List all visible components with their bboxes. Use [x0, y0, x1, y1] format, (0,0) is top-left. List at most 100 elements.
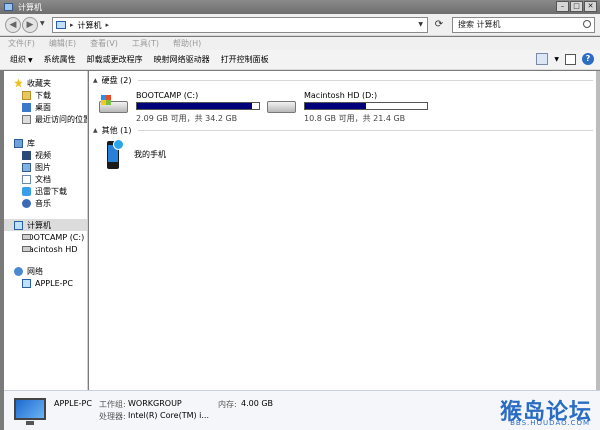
- nav-libraries[interactable]: 库: [14, 137, 35, 149]
- collapse-icon[interactable]: ▲: [93, 77, 98, 84]
- navigation-bar: ◀ ▶ ▼ ▸ 计算机 ▸ ▼ ⟳ 搜索 计算机: [0, 14, 600, 36]
- folder-icon: [22, 90, 31, 100]
- nav-network-label: 网络: [27, 266, 43, 276]
- workgroup-label: 工作组:: [99, 400, 126, 409]
- preview-pane-icon[interactable]: [565, 53, 576, 65]
- monitor-stand: [26, 421, 34, 425]
- drive-icon: [99, 95, 129, 115]
- breadcrumb-computer[interactable]: 计算机: [78, 20, 102, 31]
- nav-network[interactable]: 网络: [14, 265, 43, 277]
- details-pane: APPLE-PC 工作组: WORKGROUP 内存: 4.00 GB 处理器:…: [4, 390, 600, 430]
- music-icon: [22, 198, 31, 208]
- nav-item-desktop[interactable]: 桌面: [22, 101, 51, 113]
- chevron-down-icon: ▼: [28, 57, 33, 64]
- document-icon: [22, 174, 31, 184]
- windows-logo-icon: [101, 95, 111, 105]
- nav-item-recent-places[interactable]: 最近访问的位置: [22, 113, 87, 125]
- recent-places-icon: [22, 114, 31, 124]
- recent-pages-dropdown[interactable]: ▼: [40, 20, 45, 27]
- nav-item-downloads[interactable]: 下载: [22, 89, 51, 101]
- search-input[interactable]: 搜索 计算机: [452, 17, 595, 33]
- help-icon[interactable]: ?: [582, 53, 594, 65]
- group-header-harddisks[interactable]: ▲ 硬盘 (2): [93, 75, 593, 86]
- breadcrumb-separator[interactable]: ▸: [70, 21, 74, 29]
- nav-item-label: 视频: [35, 150, 51, 160]
- address-dropdown-icon[interactable]: ▼: [418, 21, 423, 28]
- pc-name: APPLE-PC: [54, 399, 92, 408]
- nav-item-bootcamp-drive[interactable]: BOOTCAMP (C:): [22, 231, 84, 243]
- nav-item-label: 文档: [35, 174, 51, 184]
- breadcrumb-separator[interactable]: ▸: [106, 21, 110, 29]
- menu-file[interactable]: 文件(F): [8, 38, 35, 49]
- window-title-bar[interactable]: 计算机 – □ ✕: [0, 0, 600, 14]
- computer-icon: [56, 21, 66, 29]
- organize-button[interactable]: 组织 ▼: [10, 54, 33, 65]
- menu-view[interactable]: 查看(V): [90, 38, 118, 49]
- nav-item-thunder-downloads[interactable]: 迅雷下载: [22, 185, 67, 197]
- drive-item-bootcamp[interactable]: BOOTCAMP (C:) 2.09 GB 可用，共 34.2 GB: [99, 91, 269, 127]
- map-network-drive-button[interactable]: 映射网络驱动器: [154, 54, 210, 65]
- nav-computer-label: 计算机: [27, 220, 51, 230]
- nav-item-pictures[interactable]: 图片: [22, 161, 51, 173]
- nav-item-label: 下载: [35, 90, 51, 100]
- nav-favorites-label: 收藏夹: [27, 78, 51, 88]
- search-icon[interactable]: [583, 20, 591, 28]
- drive-name: BOOTCAMP (C:): [136, 91, 199, 100]
- group-label: 硬盘 (2): [101, 76, 132, 85]
- address-bar[interactable]: ▸ 计算机 ▸ ▼: [52, 17, 428, 33]
- phone-badge-icon: [113, 139, 124, 150]
- menu-tools[interactable]: 工具(T): [132, 38, 159, 49]
- drive-icon: [267, 95, 297, 115]
- picture-icon: [22, 162, 31, 172]
- nav-item-macintosh-drive[interactable]: Macintosh HD: [22, 243, 77, 255]
- refresh-button[interactable]: ⟳: [432, 17, 446, 33]
- collapse-icon[interactable]: ▲: [93, 127, 98, 134]
- menu-edit[interactable]: 编辑(E): [49, 38, 76, 49]
- nav-item-label: BOOTCAMP (C:): [22, 232, 85, 242]
- search-placeholder: 搜索 计算机: [458, 20, 501, 29]
- nav-item-label: 迅雷下载: [35, 186, 67, 196]
- my-phone-label[interactable]: 我的手机: [134, 149, 166, 160]
- menu-help[interactable]: 帮助(H): [173, 38, 201, 49]
- close-button[interactable]: ✕: [584, 1, 597, 12]
- content-pane[interactable]: ▲ 硬盘 (2) BOOTCAMP (C:) 2.09 GB 可用，共 34.2…: [89, 71, 600, 390]
- group-label: 其他 (1): [101, 126, 132, 135]
- organize-label: 组织: [10, 55, 26, 64]
- drive-item-macintosh-hd[interactable]: Macintosh HD (D:) 10.8 GB 可用，共 21.4 GB: [267, 91, 437, 127]
- navigation-pane[interactable]: 收藏夹 下载 桌面 最近访问的位置 库 视频 图片 文档 迅雷下载 音乐 计算机: [4, 71, 88, 390]
- maximize-button[interactable]: □: [570, 1, 583, 12]
- drive-usage-fill: [305, 103, 366, 109]
- toolbar-right: ▼ ?: [536, 53, 594, 65]
- memory-label: 内存:: [218, 400, 237, 409]
- forward-button[interactable]: ▶: [22, 17, 38, 33]
- back-button[interactable]: ◀: [5, 17, 21, 33]
- nav-item-videos[interactable]: 视频: [22, 149, 51, 161]
- group-header-other[interactable]: ▲ 其他 (1): [93, 125, 593, 136]
- drive-free-space: 10.8 GB 可用，共 21.4 GB: [304, 114, 406, 123]
- processor-label: 处理器:: [99, 412, 126, 421]
- network-computer-icon: [22, 278, 31, 288]
- command-toolbar: 组织 ▼ 系统属性 卸载或更改程序 映射网络驱动器 打开控制面板 ▼ ?: [0, 50, 600, 70]
- nav-favorites[interactable]: 收藏夹: [14, 77, 51, 89]
- nav-item-apple-pc[interactable]: APPLE-PC: [22, 277, 73, 289]
- nav-computer[interactable]: 计算机: [4, 219, 87, 231]
- desktop-icon: [22, 102, 31, 112]
- view-dropdown-icon[interactable]: ▼: [554, 56, 559, 63]
- computer-monitor-icon: [14, 398, 46, 420]
- drive-free-space: 2.09 GB 可用，共 34.2 GB: [136, 114, 238, 123]
- change-view-icon[interactable]: [536, 53, 549, 65]
- nav-item-label: 图片: [35, 162, 51, 172]
- open-control-panel-button[interactable]: 打开控制面板: [221, 54, 269, 65]
- nav-item-documents[interactable]: 文档: [22, 173, 51, 185]
- computer-icon: [14, 220, 23, 230]
- minimize-button[interactable]: –: [556, 1, 569, 12]
- system-properties-button[interactable]: 系统属性: [44, 54, 76, 65]
- hard-disk-icon: [267, 101, 296, 113]
- memory-value: 4.00 GB: [241, 399, 274, 408]
- drive-usage-bar: [136, 102, 260, 110]
- menu-bar: 文件(F) 编辑(E) 查看(V) 工具(T) 帮助(H): [0, 37, 600, 50]
- nav-item-music[interactable]: 音乐: [22, 197, 51, 209]
- uninstall-program-button[interactable]: 卸载或更改程序: [87, 54, 143, 65]
- nav-item-label: 音乐: [35, 198, 51, 208]
- phone-icon[interactable]: [107, 139, 124, 169]
